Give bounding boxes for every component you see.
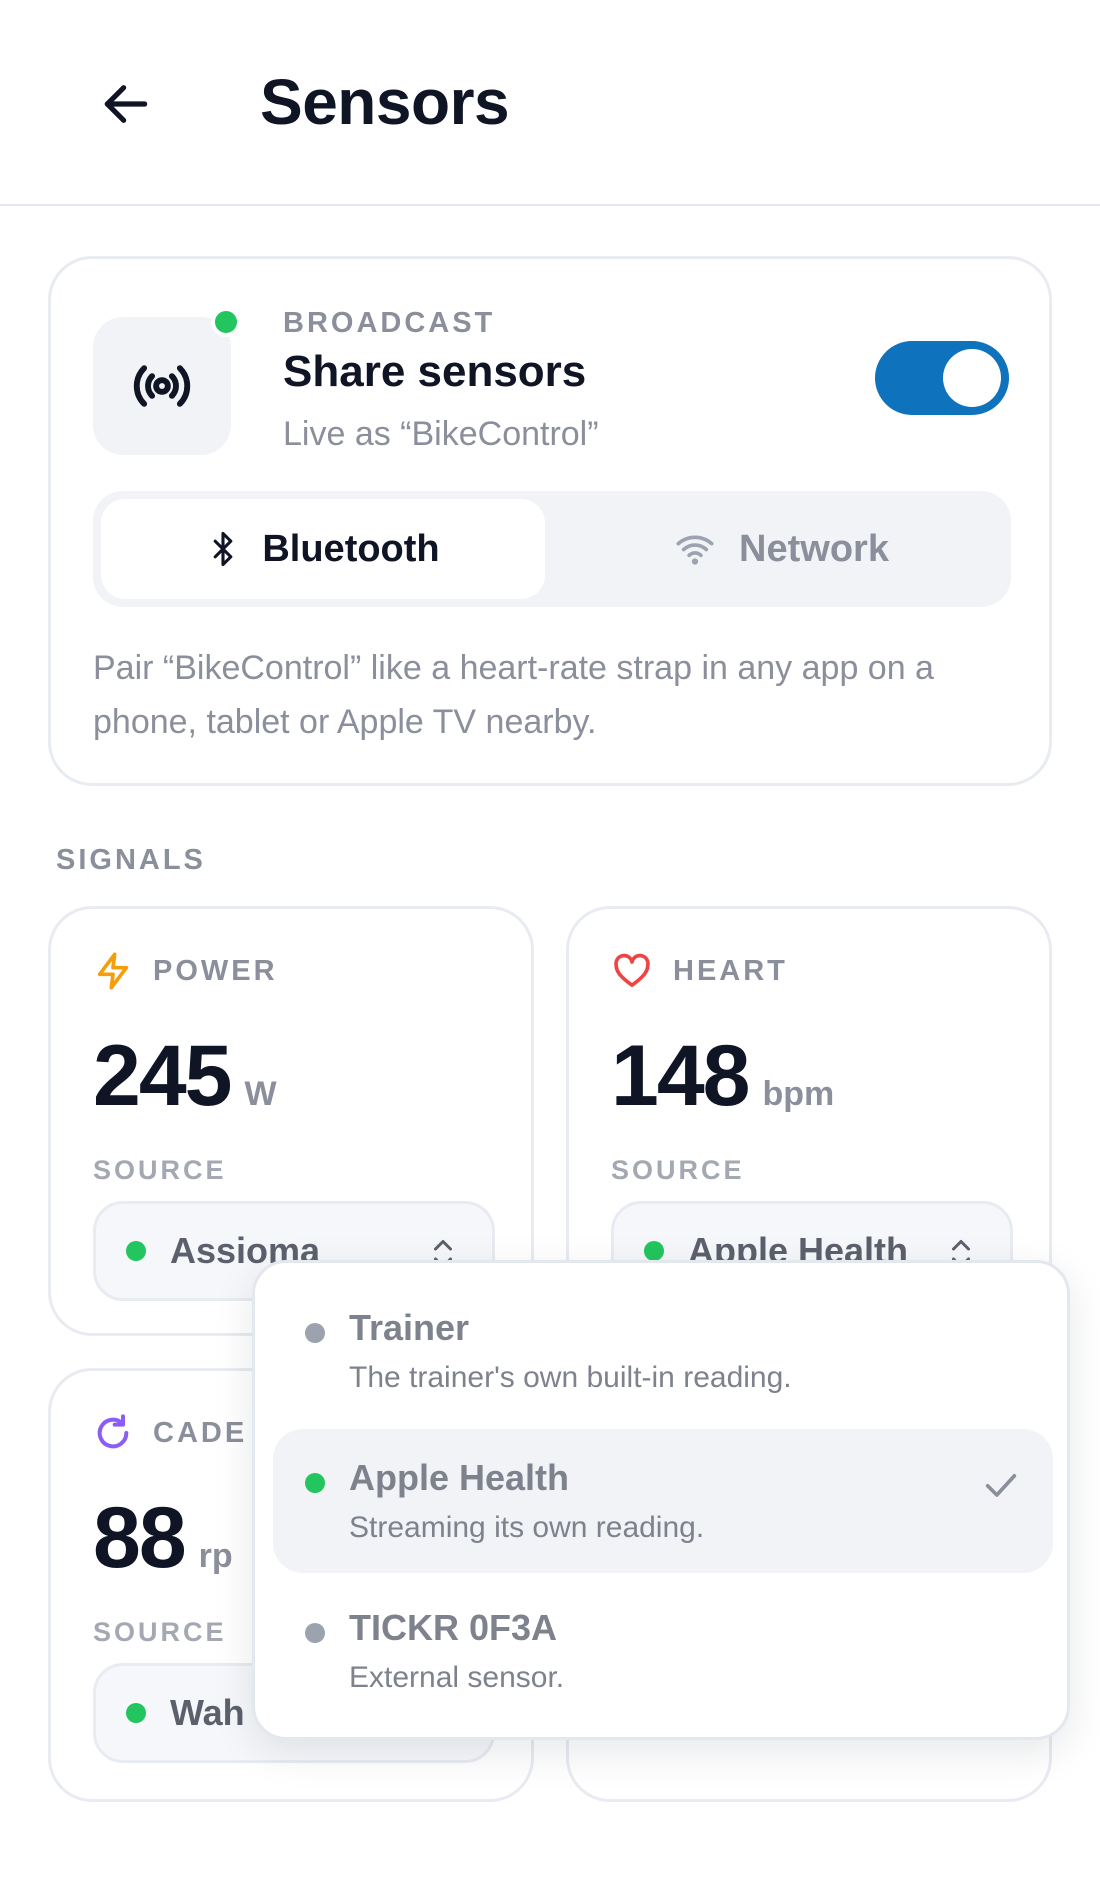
share-sensors-toggle[interactable] — [875, 341, 1009, 415]
arrow-left-icon — [104, 85, 148, 123]
refresh-icon — [97, 1414, 129, 1449]
power-source-status-dot — [126, 1241, 146, 1261]
heart-icon — [614, 953, 650, 987]
heart-reading: 148 bpm — [611, 1027, 834, 1126]
broadcast-mode-segment: Bluetooth Network — [93, 491, 1011, 607]
option-title: Trainer — [349, 1307, 470, 1348]
heart-header: HEART — [611, 951, 788, 991]
power-source-label: SOURCE — [93, 1155, 227, 1185]
option-title: Apple Health — [349, 1457, 570, 1498]
option-description: External sensor. — [349, 1661, 565, 1694]
heart-label: HEART — [673, 954, 788, 987]
cadence-reading: 88 rp — [93, 1489, 233, 1588]
cadence-label: CADE — [153, 1416, 248, 1449]
segment-bluetooth-label: Bluetooth — [262, 527, 440, 570]
broadcast-card: BROADCAST Share sensors Live as “BikeCon… — [48, 256, 1052, 786]
lightning-icon — [97, 952, 129, 990]
checkmark-icon — [985, 1474, 1017, 1497]
option-status-dot — [305, 1473, 325, 1493]
power-header: POWER — [93, 951, 278, 991]
toggle-knob — [943, 349, 1001, 407]
heart-source-label: SOURCE — [611, 1155, 745, 1185]
cadence-source-status-dot — [126, 1703, 146, 1723]
broadcast-title: Share sensors — [283, 347, 587, 396]
sensors-screen: Sensors BROADCAST Share sensors Live as … — [0, 0, 1100, 1880]
dropdown-option-tickr[interactable]: TICKR 0F3A External sensor. — [273, 1579, 1053, 1723]
cadence-source-value: Wah — [170, 1692, 245, 1733]
power-unit: W — [244, 1075, 277, 1113]
broadcast-note: Pair “BikeControl” like a heart-rate str… — [93, 649, 934, 741]
source-dropdown: Trainer The trainer's own built-in readi… — [252, 1260, 1070, 1740]
segment-bluetooth[interactable]: Bluetooth — [101, 499, 545, 599]
option-status-dot — [305, 1323, 325, 1343]
broadcast-icon — [133, 365, 191, 407]
cadence-source-label: SOURCE — [93, 1617, 227, 1647]
cadence-unit: rp — [198, 1537, 233, 1575]
top-bar: Sensors — [0, 0, 1100, 206]
signals-section-label: SIGNALS — [56, 844, 206, 876]
bluetooth-icon — [213, 531, 233, 567]
broadcast-icon-box — [93, 317, 231, 455]
heart-source-status-dot — [644, 1241, 664, 1261]
option-status-dot — [305, 1623, 325, 1643]
live-status-dot — [211, 307, 241, 337]
option-description: Streaming its own reading. — [349, 1511, 705, 1544]
back-button[interactable] — [90, 68, 162, 140]
option-description: The trainer's own built-in reading. — [349, 1361, 792, 1394]
cadence-value: 88 — [93, 1490, 187, 1586]
dropdown-option-trainer[interactable]: Trainer The trainer's own built-in readi… — [273, 1279, 1053, 1423]
power-reading: 245 W — [93, 1027, 277, 1126]
heart-unit: bpm — [762, 1075, 835, 1113]
broadcast-eyebrow: BROADCAST — [283, 307, 496, 339]
wifi-icon — [676, 535, 714, 565]
power-label: POWER — [153, 954, 278, 987]
option-title: TICKR 0F3A — [349, 1607, 558, 1648]
page-title: Sensors — [260, 66, 510, 138]
cadence-header: CADE — [93, 1413, 247, 1453]
dropdown-option-apple-health[interactable]: Apple Health Streaming its own reading. — [273, 1429, 1053, 1573]
segment-network[interactable]: Network — [559, 499, 1003, 599]
broadcast-subtitle: Live as “BikeControl” — [283, 415, 599, 453]
segment-network-label: Network — [739, 527, 889, 570]
power-value: 245 — [93, 1028, 232, 1124]
heart-value: 148 — [611, 1028, 750, 1124]
